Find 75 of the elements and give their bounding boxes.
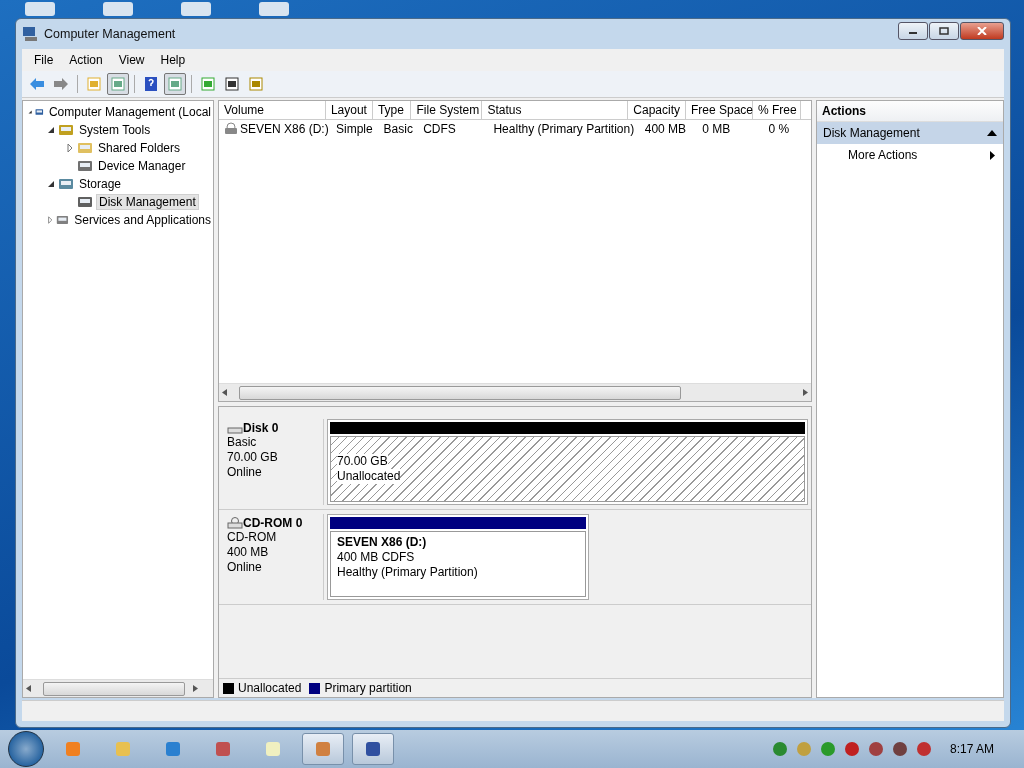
actions-section-header[interactable]: Disk Management (817, 122, 1003, 144)
actions-header: Actions (817, 101, 1003, 122)
table-cell-text: CDFS (423, 121, 456, 138)
menu-item[interactable]: Help (152, 53, 194, 67)
column-header[interactable]: Capacity (628, 101, 686, 119)
partition-size: 70.00 GB (337, 454, 388, 469)
cd-drive-icon (227, 517, 243, 529)
disk-status: Online (227, 465, 263, 480)
scroll-left-icon[interactable] (26, 685, 31, 692)
table-cell-text: Basic (383, 121, 413, 138)
menu-item[interactable]: View (110, 53, 153, 67)
partition-size: 400 MB CDFS (337, 550, 416, 565)
table-cell-text: 0 MB (702, 121, 731, 138)
unallocated-partition[interactable]: 70.00 GB Unallocated (327, 419, 808, 505)
expand-arrow-icon[interactable] (66, 144, 74, 152)
partition-status: Healthy (Primary Partition) (337, 565, 479, 580)
scroll-right-icon[interactable] (803, 389, 808, 396)
disk-size: 70.00 GB (227, 450, 279, 465)
maximize-button[interactable] (929, 22, 959, 40)
minimize-button[interactable] (898, 22, 928, 40)
disk-name: Disk 0 (243, 421, 279, 435)
table-cell-text: Simple (336, 121, 373, 138)
tray-icon[interactable] (891, 741, 908, 757)
horizontal-scrollbar[interactable] (23, 679, 213, 697)
column-header[interactable]: Type (372, 101, 412, 119)
table-cell-text: Healthy (Primary Partition) (493, 121, 635, 138)
tree-item[interactable]: Disk Management (96, 194, 199, 210)
column-header[interactable]: Volume (219, 101, 326, 119)
action-item[interactable]: More Actions (817, 144, 1003, 166)
tree-item[interactable]: System Tools (77, 123, 153, 137)
disk-name: CD-ROM 0 (243, 516, 303, 530)
tree-item[interactable]: Device Manager (96, 159, 188, 173)
menu-item[interactable]: Action (61, 53, 111, 67)
table-cell-text: 0 % (768, 121, 790, 138)
maximize-icon (939, 27, 949, 35)
primary-partition[interactable]: SEVEN X86 (D:) 400 MB CDFS Healthy (Primary Partition) (327, 514, 589, 600)
disk-type: Basic (227, 435, 258, 450)
table-cell-text: 400 MB (644, 121, 687, 138)
legend-label: Primary partition (324, 681, 412, 695)
disk-status: Online (227, 560, 263, 575)
clock[interactable]: 8:17 AM (949, 742, 994, 756)
tray-icon[interactable] (915, 741, 932, 757)
partition-status: Unallocated (337, 469, 401, 484)
scroll-right-icon[interactable] (193, 685, 198, 692)
tray-icon[interactable] (843, 741, 860, 757)
expand-arrow-icon[interactable] (47, 216, 54, 224)
disk-type: CD-ROM (227, 530, 278, 545)
tray-icon[interactable] (819, 741, 836, 757)
collapse-arrow-icon[interactable] (47, 126, 55, 134)
column-header[interactable]: File System (411, 101, 483, 119)
collapse-arrow-icon[interactable] (28, 108, 33, 116)
window-title: Computer Management (44, 27, 176, 41)
column-header[interactable]: Free Space (686, 101, 753, 119)
column-header[interactable]: Status (482, 101, 629, 119)
close-icon (977, 27, 987, 35)
tree-item[interactable]: Shared Folders (96, 141, 183, 155)
partition-label: SEVEN X86 (D:) (337, 535, 428, 550)
submenu-arrow-icon (990, 150, 995, 160)
collapse-arrow-icon[interactable] (47, 180, 55, 188)
start-button[interactable] (8, 731, 44, 767)
collapse-arrow-icon[interactable] (987, 130, 997, 136)
legend-label: Unallocated (238, 681, 302, 695)
table-cell-text: SEVEN X86 (D:) (240, 121, 329, 138)
tray-icon[interactable] (867, 741, 884, 757)
column-header[interactable]: Layout (325, 101, 373, 119)
scroll-left-icon[interactable] (222, 389, 227, 396)
tray-icon[interactable] (771, 741, 788, 757)
column-header[interactable]: % Free (753, 101, 801, 119)
tree-item[interactable]: Storage (77, 177, 124, 191)
menu-item[interactable]: File (26, 53, 62, 67)
tree-item[interactable]: Computer Management (Local (46, 105, 213, 119)
horizontal-scrollbar[interactable] (219, 383, 811, 401)
tree-item[interactable]: Services and Applications (72, 213, 213, 227)
disk-size: 400 MB (227, 545, 270, 560)
close-button[interactable] (960, 22, 1004, 40)
